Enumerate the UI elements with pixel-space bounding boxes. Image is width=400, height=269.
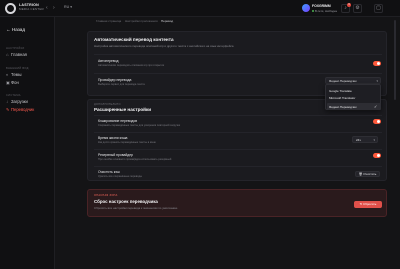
provider-desc: Выберите сервис для перевода текста [98,83,145,86]
breadcrumb-item-current: Перевод [161,19,174,23]
sidebar-item-home[interactable]: ⌂ Главная [6,52,27,58]
clear-cache-button-label: Очистить [363,172,377,176]
provider-label: Провайдер перевода [98,78,132,82]
language-label: RU [64,5,70,9]
sidebar-group-title: ВНЕШНИЙ ВИД [6,67,29,70]
user-name: FOXGRIMM [312,4,331,8]
cache-ttl-label: Время жизни кэша [98,136,128,140]
auto-translate-desc: Автоматически переводить описания игр пр… [98,64,165,67]
sidebar-item-translator[interactable]: ✎Переводчик [6,107,34,113]
sidebar-item-background[interactable]: ▣Фон [6,80,19,86]
cache-ttl-desc: Как долго хранить переведённые тексты в … [98,141,156,144]
danger-title: Сброс настроек переводчика [94,199,158,204]
sidebar-group-title: НАСТРОЙКИ [6,47,25,50]
cache-ttl-select[interactable]: 24ч ▾ [352,136,378,143]
sidebar-item-label: Темы [11,72,22,77]
danger-description: Сбросить все настройки перевода к значен… [94,206,178,210]
cache-row: Кэширование переводов Сохранять переведё… [94,115,382,132]
sidebar-group-title: СИСТЕМА [6,94,21,97]
arrow-left-icon[interactable]: ‹ [46,5,48,11]
provider-option[interactable]: Microsoft Translator [329,96,355,100]
cache-ttl-value: 24ч [356,138,361,142]
trash-icon: 🗑 [358,172,363,176]
card-group-label: ДОПОЛНИТЕЛЬНО [94,103,121,106]
provider-select[interactable]: Яндекс.Переводчик ▾ [325,77,381,84]
card-description: Настройка автоматического перевода описа… [94,44,234,48]
sidebar-item-downloads[interactable]: ↓ Загрузки [6,99,28,105]
check-icon: ✓ [374,104,378,109]
back-label: Назад [11,27,26,32]
window-icon[interactable]: ▢ [374,4,383,13]
danger-zone-card: ОПАСНАЯ ЗОНА Сброс настроек переводчика … [87,189,387,217]
reset-icon: ⟲ [359,202,363,206]
top-bar: LASTRION MEDIA CENTER ‹ › RU ▾ FOXGRIMM … [0,0,400,17]
user-status: В сети, свободен [312,9,337,13]
fallback-label: Резервный провайдер [98,153,134,157]
brand: LASTRION MEDIA CENTER [19,3,44,11]
fallback-toggle[interactable] [373,153,381,158]
language-select[interactable]: RU ▾ [64,5,72,9]
reset-button[interactable]: ⟲ Сбросить [354,201,382,208]
reset-button-label: Сбросить [363,202,377,206]
fallback-row: Резервный провайдер При ошибке основного… [94,149,382,166]
card-title: Расширенные настройки [94,107,152,112]
breadcrumb-item-settings[interactable]: Настройки приложения [125,19,158,23]
back-button[interactable]: ← Назад [6,27,25,32]
cache-label: Кэширование переводов [98,119,138,123]
notification-badge: 3 [347,3,351,7]
provider-option[interactable]: Google Translate [329,89,352,93]
sidebar-item-label: Главная [11,52,27,57]
sidebar: ← Назад НАСТРОЙКИ ⌂ Главная ВНЕШНИЙ ВИД ◐… [0,17,55,269]
arrow-right-icon[interactable]: › [53,5,55,11]
cache-toggle[interactable] [373,119,381,124]
cache-ttl-row: Время жизни кэша Как долго хранить перев… [94,132,382,149]
advanced-settings-card: ДОПОЛНИТЕЛЬНО Расширенные настройки Кэши… [87,99,387,181]
auto-translate-label: Автоперевод [98,59,119,63]
breadcrumb-item-home[interactable]: Главная страница [96,19,121,23]
provider-dropdown: Google Translate Microsoft Translator Ян… [325,84,381,110]
avatar [302,4,310,12]
auto-translate-row: Автоперевод Автоматически переводить опи… [94,54,382,73]
sidebar-item-label: Фон [11,80,19,85]
scrollbar[interactable] [394,20,396,100]
clear-cache-row: Очистить кэш Удалить все сохранённые пер… [94,166,382,181]
clear-cache-desc: Удалить все сохранённые переводы [98,175,142,178]
bell-icon[interactable]: ♪ 3 [341,3,351,13]
brand-sub: MEDIA CENTER [19,7,44,11]
card-title: Автоматический перевод контента [94,37,174,42]
fallback-desc: При ошибке основного провайдера использо… [98,158,172,161]
clear-cache-button[interactable]: 🗑 Очистить [355,171,380,177]
provider-selected-value: Яндекс.Переводчик [329,79,357,83]
sidebar-item-label: Загрузки [11,99,28,104]
gear-icon[interactable]: ⚙ [353,4,362,13]
app-logo-icon [5,3,16,14]
app-window: LASTRION MEDIA CENTER ‹ › RU ▾ FOXGRIMM … [0,0,400,269]
auto-translate-toggle[interactable] [373,61,381,66]
cache-desc: Сохранять переведённые тексты для ускоре… [98,124,181,127]
clear-cache-label: Очистить кэш [98,170,120,174]
provider-option[interactable]: Яндекс.Переводчик [329,105,357,109]
sidebar-item-themes[interactable]: ◐ Темы [6,72,22,78]
chevron-down-icon: ▾ [373,138,375,142]
danger-zone-label: ОПАСНАЯ ЗОНА [94,194,118,197]
sidebar-item-label: Переводчик [11,107,35,112]
